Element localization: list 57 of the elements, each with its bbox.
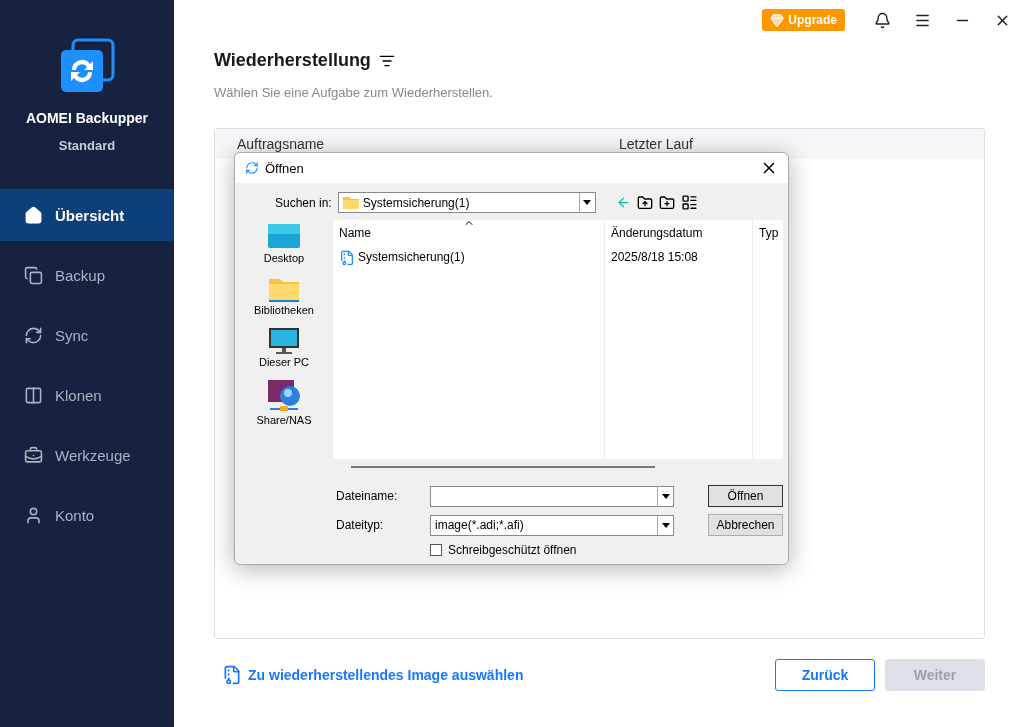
toolbox-icon xyxy=(24,445,43,465)
nav-item[interactable]: Sync xyxy=(0,309,174,361)
edition-label: Standard xyxy=(58,138,116,153)
place-item[interactable]: Desktop xyxy=(263,224,305,272)
page-title: Wiederherstellung xyxy=(214,50,371,71)
column-header[interactable]: Änderungsdatum xyxy=(605,220,753,244)
folder-up-icon[interactable] xyxy=(636,194,653,211)
app-icon xyxy=(245,161,259,175)
dropdown-arrow-icon xyxy=(583,200,592,205)
file-name[interactable]: Systemsicherung(1) xyxy=(358,250,465,264)
column-header[interactable]: Name xyxy=(333,220,605,244)
column-header: Auftragsname xyxy=(237,136,326,152)
nav-item[interactable]: Konto xyxy=(0,489,174,541)
new-folder-icon[interactable] xyxy=(658,194,675,211)
readonly-label: Schreibgeschützt öffnen xyxy=(448,543,577,557)
folder-icon xyxy=(342,196,359,209)
view-menu-icon[interactable] xyxy=(680,194,698,211)
diamond-icon xyxy=(770,13,785,27)
nav-item[interactable]: Backup xyxy=(0,249,174,301)
nav-item[interactable]: Klonen xyxy=(0,369,174,421)
logo-icon xyxy=(59,38,115,94)
columns-icon xyxy=(24,385,43,405)
page-subtitle: Wählen Sie eine Aufgabe zum Wiederherstellen. xyxy=(214,85,494,100)
nav-item[interactable]: Übersicht xyxy=(0,189,174,241)
look-in-dropdown[interactable]: Systemsicherung(1) xyxy=(337,192,596,213)
sync-icon xyxy=(24,325,43,345)
user-icon xyxy=(24,505,43,525)
dialog-title: Öffnen xyxy=(265,160,305,176)
folder-icon xyxy=(269,276,299,302)
checkbox[interactable] xyxy=(430,544,442,556)
filetype-dropdown[interactable]: image(*.adi;*.afi) xyxy=(430,514,674,536)
cancel-button[interactable]: Abbrechen xyxy=(708,514,783,536)
open-button[interactable]: Öffnen xyxy=(708,485,783,507)
place-item[interactable]: Dieser PC xyxy=(258,328,310,376)
filename-label: Dateiname: xyxy=(336,489,399,503)
file-date: 2025/8/18 15:08 xyxy=(611,250,698,264)
home-icon xyxy=(24,205,43,225)
dropdown-arrow-icon xyxy=(661,493,670,499)
product-name: AOMEI Backupper xyxy=(25,110,149,126)
bell-icon[interactable] xyxy=(873,11,891,29)
filename-field[interactable] xyxy=(430,485,674,507)
archive-icon xyxy=(339,250,355,266)
look-in-label: Suchen in: xyxy=(275,195,332,210)
column-header[interactable]: Typ xyxy=(753,220,786,244)
copy-icon xyxy=(24,265,43,285)
dropdown-arrow-icon xyxy=(661,522,670,528)
place-item[interactable]: Share/NAS xyxy=(256,380,312,428)
monitor-icon xyxy=(269,328,299,354)
network-computer-icon xyxy=(268,380,300,412)
select-image-link[interactable]: Zu wiederherstellendes Image auswählen xyxy=(222,665,524,685)
filetype-label: Dateityp: xyxy=(336,518,385,532)
place-item[interactable]: Bibliotheken xyxy=(254,276,314,324)
column-header: Letzter Lauf xyxy=(619,136,694,152)
nav-item[interactable]: Werkzeuge xyxy=(0,429,174,481)
nav-button[interactable]: Zurück xyxy=(775,659,875,691)
file-zip-icon xyxy=(222,665,242,685)
desktop-icon xyxy=(268,224,300,250)
